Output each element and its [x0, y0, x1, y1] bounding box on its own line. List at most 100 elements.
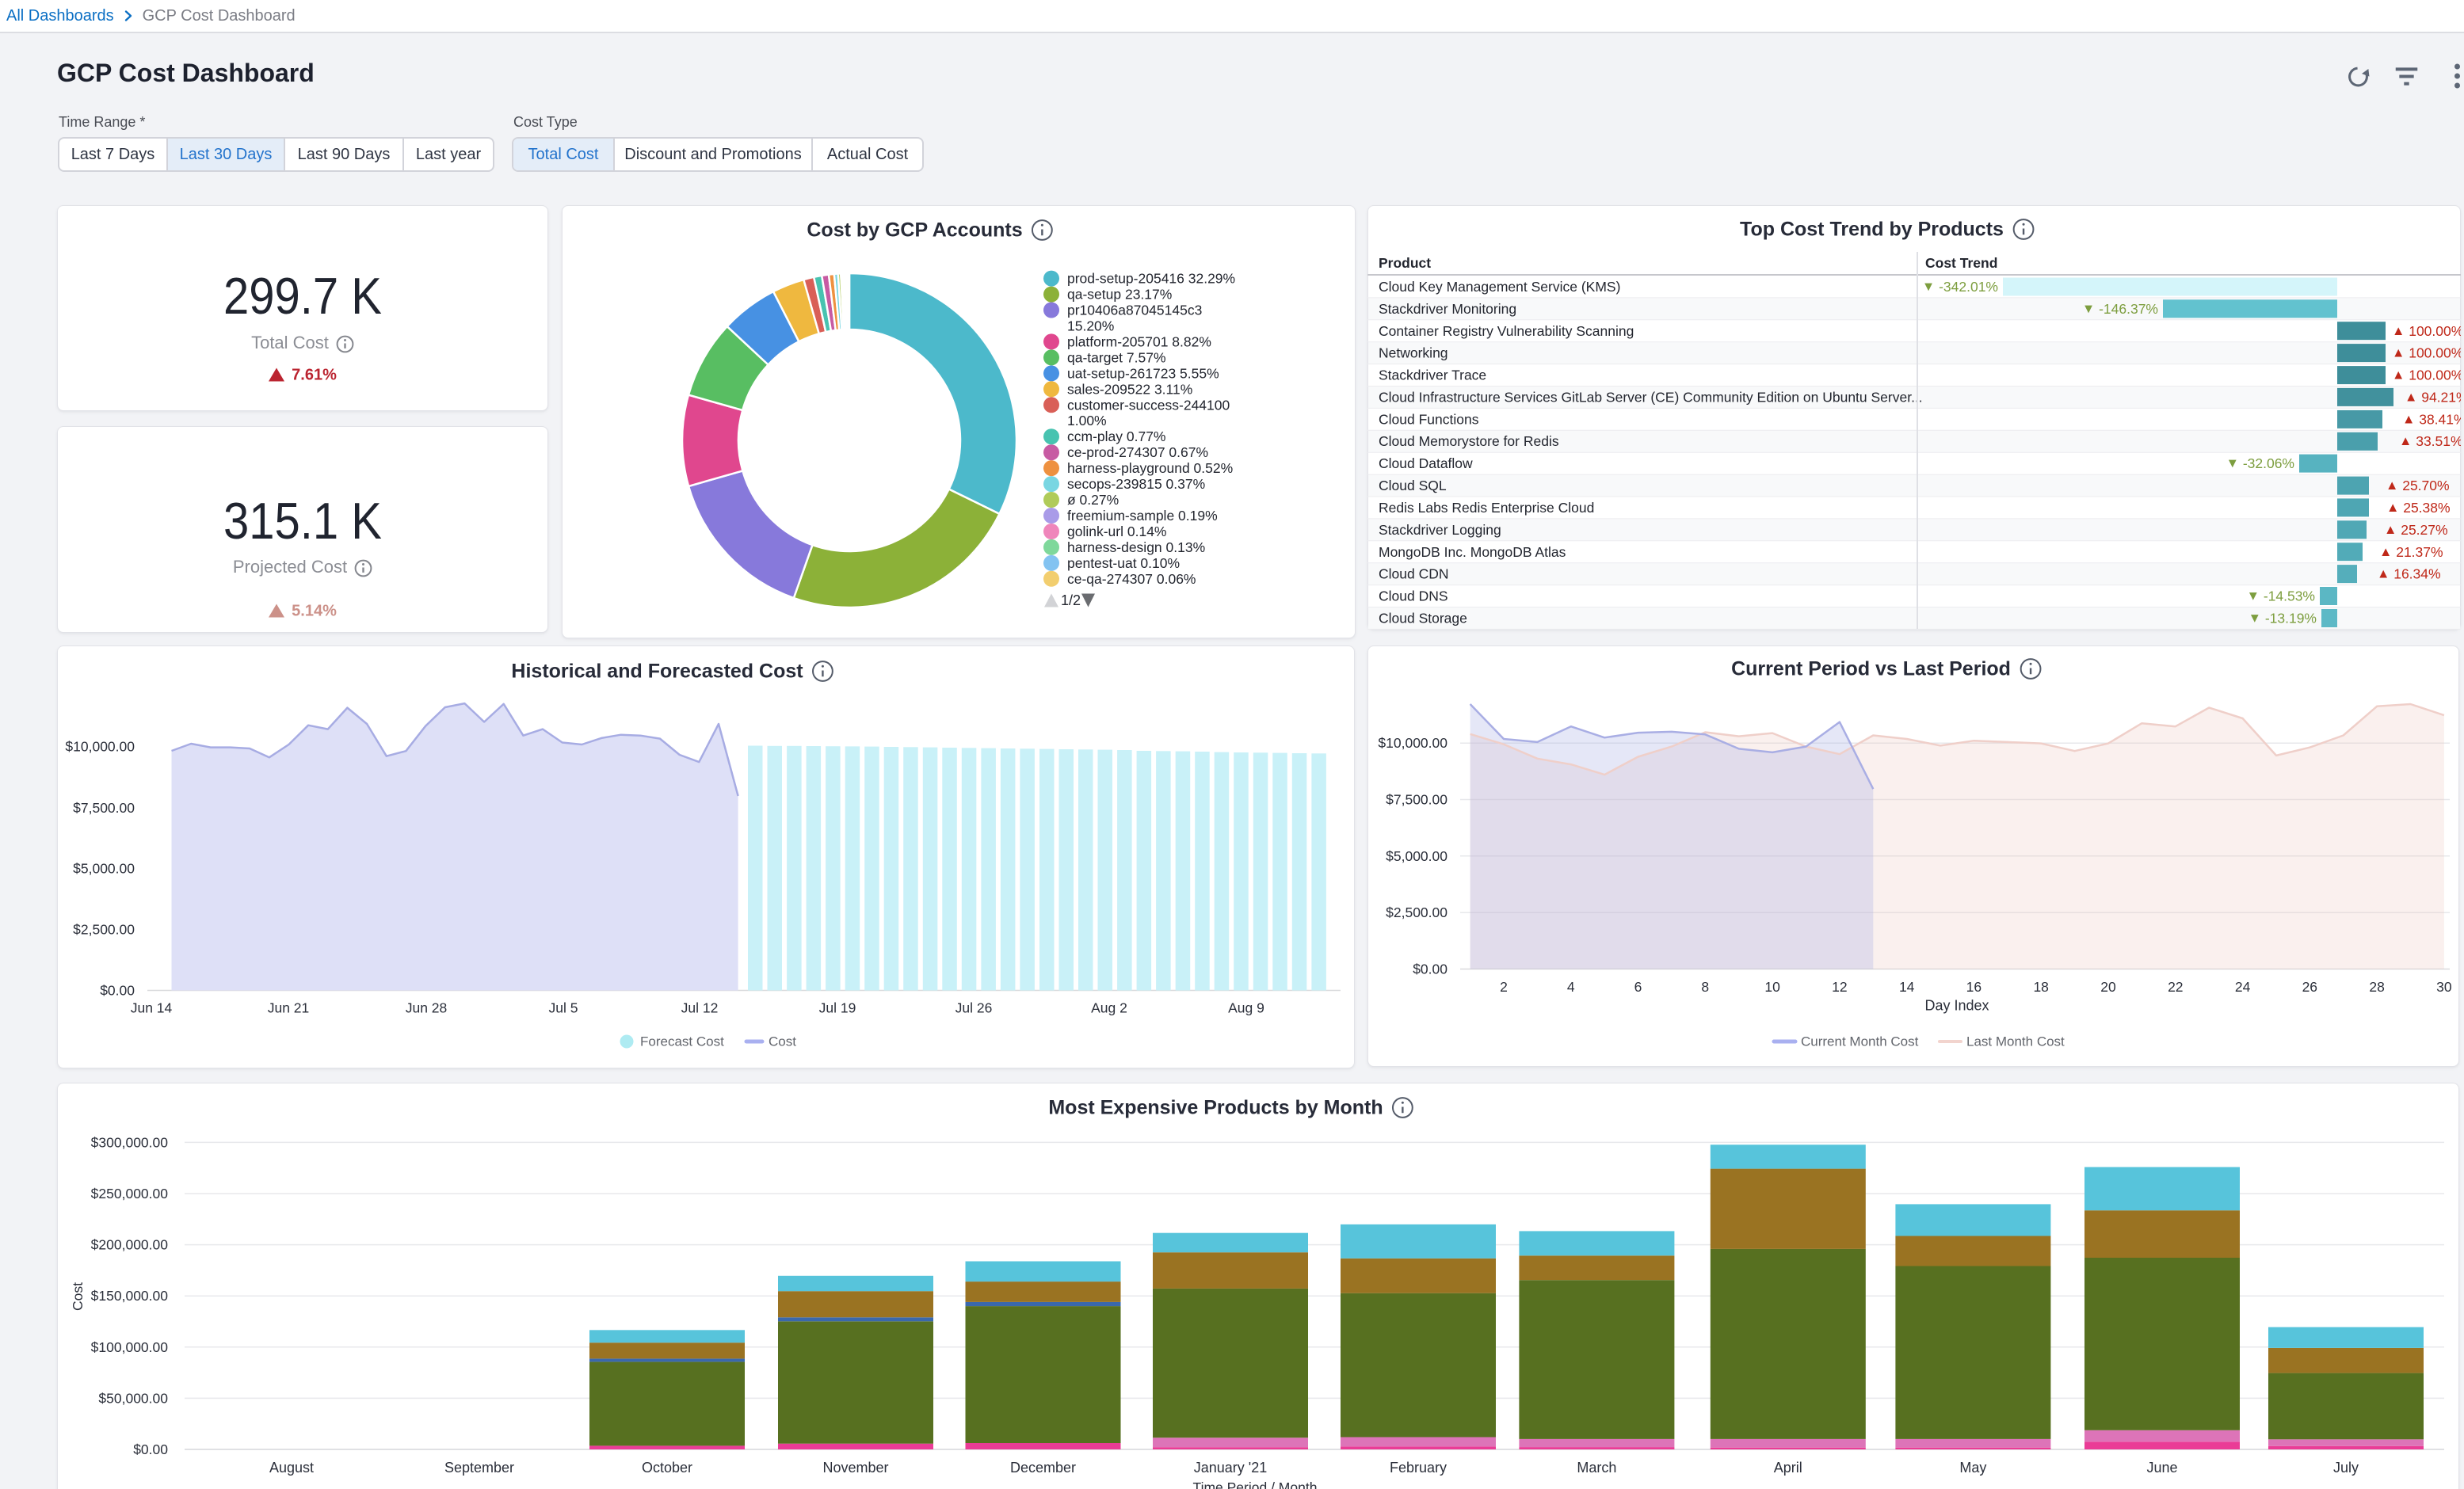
svg-text:$100,000.00: $100,000.00: [91, 1339, 169, 1355]
svg-text:platform-205701 8.82%: platform-205701 8.82%: [1067, 333, 1211, 349]
svg-text:Cloud Memorystore for Redis: Cloud Memorystore for Redis: [1379, 433, 1559, 449]
svg-text:Cloud Key Management Service (: Cloud Key Management Service (KMS): [1379, 279, 1620, 295]
svg-text:▲ 33.51%: ▲ 33.51%: [2399, 433, 2461, 449]
svg-text:pentest-uat 0.10%: pentest-uat 0.10%: [1067, 555, 1180, 571]
svg-text:$300,000.00: $300,000.00: [91, 1134, 169, 1150]
svg-text:Day Index: Day Index: [1924, 998, 1989, 1014]
svg-text:$200,000.00: $200,000.00: [91, 1237, 169, 1253]
svg-text:▲ 94.21%: ▲ 94.21%: [2405, 389, 2461, 405]
svg-text:Redis Labs Redis Enterprise Cl: Redis Labs Redis Enterprise Cloud: [1379, 500, 1594, 516]
svg-text:22: 22: [2168, 979, 2183, 995]
svg-text:harness-design 0.13%: harness-design 0.13%: [1067, 539, 1205, 555]
svg-text:▼ -13.19%: ▼ -13.19%: [2248, 611, 2317, 626]
svg-text:$0.00: $0.00: [133, 1441, 168, 1457]
svg-text:▼ -14.53%: ▼ -14.53%: [2247, 588, 2315, 604]
svg-text:Stackdriver Monitoring: Stackdriver Monitoring: [1379, 301, 1516, 317]
svg-text:April: April: [1774, 1460, 1802, 1476]
svg-text:Cost: Cost: [70, 1282, 86, 1311]
svg-text:$0.00: $0.00: [100, 983, 135, 999]
svg-text:Forecast Cost: Forecast Cost: [640, 1034, 724, 1049]
svg-text:Stackdriver Logging: Stackdriver Logging: [1379, 522, 1501, 538]
svg-text:pr10406a87045145c3: pr10406a87045145c3: [1067, 303, 1202, 318]
svg-text:14: 14: [1899, 979, 1915, 995]
svg-text:February: February: [1390, 1460, 1447, 1476]
svg-text:Cloud Dataflow: Cloud Dataflow: [1379, 455, 1473, 471]
svg-text:Cost: Cost: [769, 1034, 796, 1049]
svg-text:▲ 16.34%: ▲ 16.34%: [2377, 566, 2441, 582]
svg-text:20: 20: [2100, 979, 2116, 995]
svg-text:Jun 21: Jun 21: [268, 1000, 310, 1016]
svg-text:$10,000.00: $10,000.00: [65, 738, 135, 754]
svg-text:▲ 25.38%: ▲ 25.38%: [2386, 500, 2451, 516]
svg-text:30: 30: [2436, 979, 2452, 995]
svg-text:MongoDB Inc. MongoDB Atlas: MongoDB Inc. MongoDB Atlas: [1379, 544, 1566, 560]
svg-text:▼ -146.37%: ▼ -146.37%: [2082, 301, 2158, 317]
svg-text:August: August: [269, 1460, 314, 1476]
svg-text:$2,500.00: $2,500.00: [1386, 904, 1448, 920]
svg-text:ø 0.27%: ø 0.27%: [1067, 492, 1119, 508]
svg-text:▼ -342.01%: ▼ -342.01%: [1922, 279, 1998, 295]
svg-text:secops-239815 0.37%: secops-239815 0.37%: [1067, 476, 1205, 492]
svg-text:golink-url 0.14%: golink-url 0.14%: [1067, 524, 1166, 539]
svg-text:Last Month Cost: Last Month Cost: [1966, 1034, 2065, 1049]
svg-text:Jun 14: Jun 14: [131, 1000, 173, 1016]
svg-text:$10,000.00: $10,000.00: [1378, 735, 1448, 751]
svg-text:June: June: [2146, 1460, 2177, 1476]
svg-text:sales-209522 3.11%: sales-209522 3.11%: [1067, 381, 1192, 397]
svg-text:Cloud Storage: Cloud Storage: [1379, 611, 1467, 626]
svg-text:16: 16: [1966, 979, 1981, 995]
svg-text:uat-setup-261723 5.55%: uat-setup-261723 5.55%: [1067, 365, 1219, 381]
svg-text:Cloud CDN: Cloud CDN: [1379, 566, 1449, 582]
svg-text:28: 28: [2369, 979, 2384, 995]
svg-text:Jul 5: Jul 5: [549, 1000, 578, 1016]
svg-text:▼ -32.06%: ▼ -32.06%: [2226, 455, 2294, 471]
svg-text:January '21: January '21: [1194, 1460, 1268, 1476]
svg-text:15.20%: 15.20%: [1067, 318, 1114, 334]
svg-text:▲ 21.37%: ▲ 21.37%: [2379, 544, 2443, 560]
svg-text:ccm-play 0.77%: ccm-play 0.77%: [1067, 428, 1166, 444]
svg-text:November: November: [822, 1460, 888, 1476]
svg-text:▲ 25.27%: ▲ 25.27%: [2384, 522, 2448, 538]
svg-text:10: 10: [1764, 979, 1780, 995]
svg-text:26: 26: [2302, 979, 2317, 995]
svg-text:Cloud DNS: Cloud DNS: [1379, 588, 1448, 604]
svg-text:Jul 19: Jul 19: [819, 1000, 856, 1016]
svg-text:4: 4: [1567, 979, 1575, 995]
svg-text:Time Period / Month: Time Period / Month: [1193, 1479, 1318, 1489]
svg-text:ce-qa-274307 0.06%: ce-qa-274307 0.06%: [1067, 571, 1196, 587]
svg-text:October: October: [642, 1460, 692, 1476]
svg-text:$5,000.00: $5,000.00: [73, 861, 135, 877]
svg-text:$0.00: $0.00: [1413, 962, 1448, 977]
svg-text:Aug 9: Aug 9: [1228, 1000, 1264, 1016]
svg-text:6: 6: [1634, 979, 1642, 995]
svg-text:Cloud Functions: Cloud Functions: [1379, 411, 1479, 427]
svg-text:Jul 12: Jul 12: [681, 1000, 719, 1016]
svg-text:2: 2: [1500, 979, 1508, 995]
svg-text:Cost Trend: Cost Trend: [1925, 255, 1997, 271]
svg-text:Container Registry Vulnerabili: Container Registry Vulnerability Scannin…: [1379, 323, 1634, 339]
svg-text:December: December: [1010, 1460, 1076, 1476]
svg-text:Aug 2: Aug 2: [1091, 1000, 1127, 1016]
svg-text:$250,000.00: $250,000.00: [91, 1186, 169, 1201]
svg-text:$7,500.00: $7,500.00: [73, 800, 135, 816]
svg-text:18: 18: [2033, 979, 2048, 995]
svg-text:qa-target 7.57%: qa-target 7.57%: [1067, 349, 1166, 365]
svg-text:Current Month Cost: Current Month Cost: [1801, 1034, 1919, 1049]
svg-text:March: March: [1577, 1460, 1616, 1476]
svg-text:Cloud SQL: Cloud SQL: [1379, 478, 1447, 493]
svg-text:Jul 26: Jul 26: [955, 1000, 993, 1016]
svg-text:Product: Product: [1379, 255, 1431, 271]
svg-text:September: September: [444, 1460, 514, 1476]
svg-text:▲ 100.00%: ▲ 100.00%: [2392, 367, 2461, 383]
svg-text:prod-setup-205416 32.29%: prod-setup-205416 32.29%: [1067, 271, 1235, 287]
svg-text:1.00%: 1.00%: [1067, 413, 1107, 428]
svg-text:Cloud Infrastructure Services: Cloud Infrastructure Services GitLab Ser…: [1379, 389, 1923, 405]
svg-text:$7,500.00: $7,500.00: [1386, 792, 1448, 808]
svg-text:Jun 28: Jun 28: [406, 1000, 448, 1016]
svg-text:Stackdriver Trace: Stackdriver Trace: [1379, 367, 1486, 383]
svg-text:$2,500.00: $2,500.00: [73, 921, 135, 937]
svg-text:May: May: [1959, 1460, 1986, 1476]
svg-text:12: 12: [1832, 979, 1847, 995]
svg-text:▲ 25.70%: ▲ 25.70%: [2386, 478, 2450, 493]
svg-text:customer-success-244100: customer-success-244100: [1067, 397, 1230, 413]
